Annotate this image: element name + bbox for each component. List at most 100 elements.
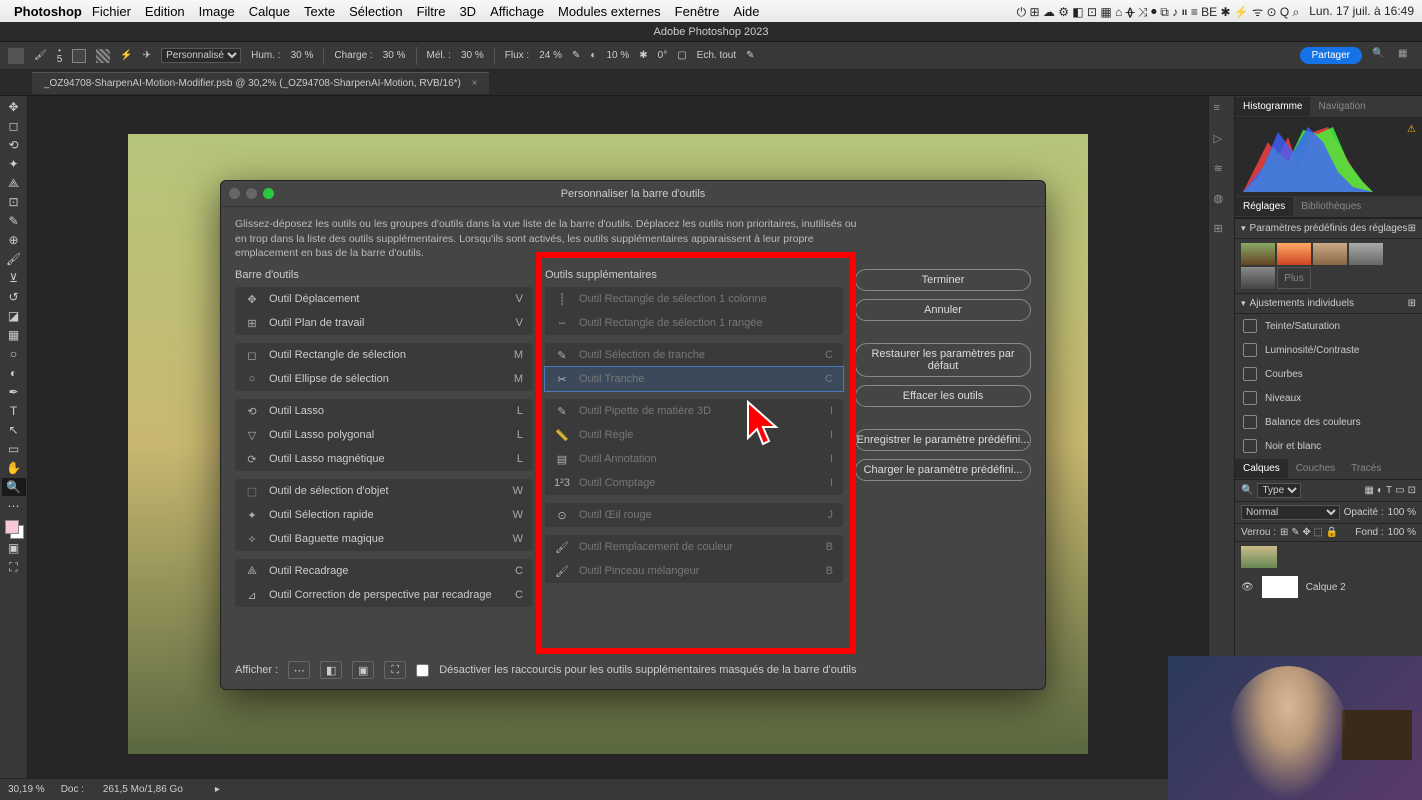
marquee-tool-icon[interactable]: ◻ [2, 117, 26, 135]
move-tool-icon[interactable]: ✥ [2, 98, 26, 116]
brush-tool-icon[interactable]: 🖌 [2, 250, 26, 268]
done-button[interactable]: Terminer [855, 269, 1031, 291]
document-tab[interactable]: _OZ94708-SharpenAI-Motion-Modifier.psb @… [32, 72, 489, 94]
frame-tool-icon[interactable]: ⊡ [2, 193, 26, 211]
layer-opacity[interactable]: 100 % [1388, 507, 1416, 518]
pressure-icon[interactable]: ✎ [572, 50, 580, 61]
stamp-tool-icon[interactable]: ⊻ [2, 269, 26, 287]
menu-aide[interactable]: Aide [733, 4, 759, 19]
layer-thumb-row[interactable] [1235, 542, 1422, 572]
quickmask-icon[interactable]: ▣ [2, 539, 26, 557]
lasso-tool-icon[interactable]: ⟲ [2, 136, 26, 154]
dodge-tool-icon[interactable]: ◐ [2, 364, 26, 382]
toolbar-item[interactable]: ⊿Outil Correction de perspective par rec… [235, 583, 533, 607]
zoom-tool-icon[interactable]: 🔍 [2, 478, 26, 496]
blend-mode-select[interactable]: Normal [1241, 505, 1340, 520]
preset-4[interactable] [1349, 243, 1383, 265]
menu-filtre[interactable]: Filtre [417, 4, 446, 19]
wand-tool-icon[interactable]: ✦ [2, 155, 26, 173]
crop-tool-icon[interactable]: ⟁ [2, 174, 26, 192]
menu-selection[interactable]: Sélection [349, 4, 402, 19]
adjustments-grid-icon[interactable]: ⊞ [1408, 298, 1416, 309]
tab-bibliotheques[interactable]: Bibliothèques [1293, 197, 1369, 216]
extra-item[interactable]: 1²3Outil ComptageI [545, 471, 843, 495]
extra-item[interactable]: ⊙Outil Œil rougeJ [545, 503, 843, 527]
filter-pixel-icon[interactable]: ▦ [1365, 485, 1374, 496]
extra-item[interactable]: ┊Outil Rectangle de sélection 1 colonne [545, 287, 843, 311]
preset-3[interactable] [1313, 243, 1347, 265]
load-preset-button[interactable]: Charger le paramètre prédéfini... [855, 459, 1031, 481]
dock-icon-1[interactable]: ≡ [1214, 102, 1230, 118]
show-swatch-icon[interactable]: ◧ [320, 661, 342, 679]
menu-fichier[interactable]: Fichier [92, 4, 131, 19]
home-icon[interactable] [8, 48, 24, 64]
path-tool-icon[interactable]: ↖ [2, 421, 26, 439]
cancel-button[interactable]: Annuler [855, 299, 1031, 321]
search-icon[interactable]: 🔍 [1372, 48, 1388, 64]
brush-size[interactable]: 5 [57, 55, 63, 65]
toolbar-item[interactable]: ○Outil Ellipse de sélectionM [235, 367, 533, 391]
preset-5[interactable] [1241, 267, 1275, 289]
menu-image[interactable]: Image [199, 4, 235, 19]
adj-luminosite[interactable]: Luminosité/Contraste [1235, 338, 1422, 362]
menu-edition[interactable]: Edition [145, 4, 185, 19]
workspace-icon[interactable]: ▦ [1398, 48, 1414, 64]
extra-item[interactable]: 🖌Outil Remplacement de couleurB [545, 535, 843, 559]
maximize-window-icon[interactable] [263, 188, 274, 199]
extra-item[interactable]: ┄Outil Rectangle de sélection 1 rangée [545, 311, 843, 335]
share-button[interactable]: Partager [1300, 47, 1362, 64]
presets-grid-icon[interactable]: ⊞ [1408, 223, 1416, 234]
hum-value[interactable]: 30 % [291, 50, 314, 61]
menu-texte[interactable]: Texte [304, 4, 335, 19]
tab-navigation[interactable]: Navigation [1310, 97, 1373, 116]
clear-tools-button[interactable]: Effacer les outils [855, 385, 1031, 407]
adj-niveaux[interactable]: Niveaux [1235, 386, 1422, 410]
tab-traces[interactable]: Tracés [1343, 459, 1389, 478]
extra-item[interactable]: 📏Outil RègleI [545, 423, 843, 447]
airbrush-icon[interactable]: ✈ [143, 50, 151, 61]
dock-icon-3[interactable]: ≋ [1214, 162, 1230, 178]
zoom-level[interactable]: 30,19 % [8, 784, 45, 795]
hand-tool-icon[interactable]: ✋ [2, 459, 26, 477]
layer-name[interactable]: Calque 2 [1306, 582, 1346, 593]
close-tab-icon[interactable]: × [472, 78, 478, 89]
extra-item[interactable]: ▤Outil AnnotationI [545, 447, 843, 471]
preset-select[interactable]: Personnalisé [161, 48, 241, 63]
presets-header[interactable]: ▾Paramètres prédéfinis des réglages⊞ [1235, 218, 1422, 239]
flux-value[interactable]: 24 % [539, 50, 562, 61]
toolbar-item[interactable]: ▽Outil Lasso polygonalL [235, 423, 533, 447]
adjustments-header[interactable]: ▾Ajustements individuels⊞ [1235, 293, 1422, 314]
history-brush-tool-icon[interactable]: ↺ [2, 288, 26, 306]
extra-item[interactable]: ✎Outil Sélection de trancheC [545, 343, 843, 367]
toolbar-item[interactable]: ✦Outil Sélection rapideW [235, 503, 533, 527]
screenmode-icon[interactable]: ⛶ [2, 558, 26, 576]
color-swatch[interactable] [5, 520, 23, 538]
minimize-window-icon[interactable] [246, 188, 257, 199]
tab-couches[interactable]: Couches [1288, 459, 1343, 478]
brush-dynamics-icon[interactable]: ⚡ [120, 50, 132, 61]
mel-value[interactable]: 30 % [461, 50, 484, 61]
tab-histogramme[interactable]: Histogramme [1235, 97, 1310, 116]
show-screenmode-icon[interactable]: ⛶ [384, 661, 406, 679]
menu-fenetre[interactable]: Fenêtre [675, 4, 720, 19]
show-quickmask-icon[interactable]: ▣ [352, 661, 374, 679]
pen-tool-icon[interactable]: ✒ [2, 383, 26, 401]
toolbar-item[interactable]: ⟳Outil Lasso magnétiqueL [235, 447, 533, 471]
preset-1[interactable] [1241, 243, 1275, 265]
dock-icon-4[interactable]: ◍ [1214, 192, 1230, 208]
layer-row[interactable]: 👁 Calque 2 [1235, 572, 1422, 602]
toolbar-item[interactable]: ◻Outil Rectangle de sélectionM [235, 343, 533, 367]
histogram-warning-icon[interactable]: ⚠ [1407, 124, 1416, 135]
filter-search-icon[interactable]: 🔍 [1241, 485, 1253, 496]
layer-fill[interactable]: 100 % [1388, 527, 1416, 538]
brush-icon[interactable]: 🖌 [34, 50, 47, 61]
app-menu[interactable]: Photoshop [14, 4, 82, 19]
shape-tool-icon[interactable]: ▭ [2, 440, 26, 458]
filter-adjust-icon[interactable]: ◐ [1377, 485, 1383, 496]
menu-affichage[interactable]: Affichage [490, 4, 544, 19]
filter-shape-icon[interactable]: ▭ [1395, 485, 1404, 496]
toolbar-item[interactable]: ⊞Outil Plan de travailV [235, 311, 533, 335]
extra-item[interactable]: ✎Outil Pipette de matière 3DI [545, 399, 843, 423]
adj-courbes[interactable]: Courbes [1235, 362, 1422, 386]
toolbar-item[interactable]: ✥Outil DéplacementV [235, 287, 533, 311]
